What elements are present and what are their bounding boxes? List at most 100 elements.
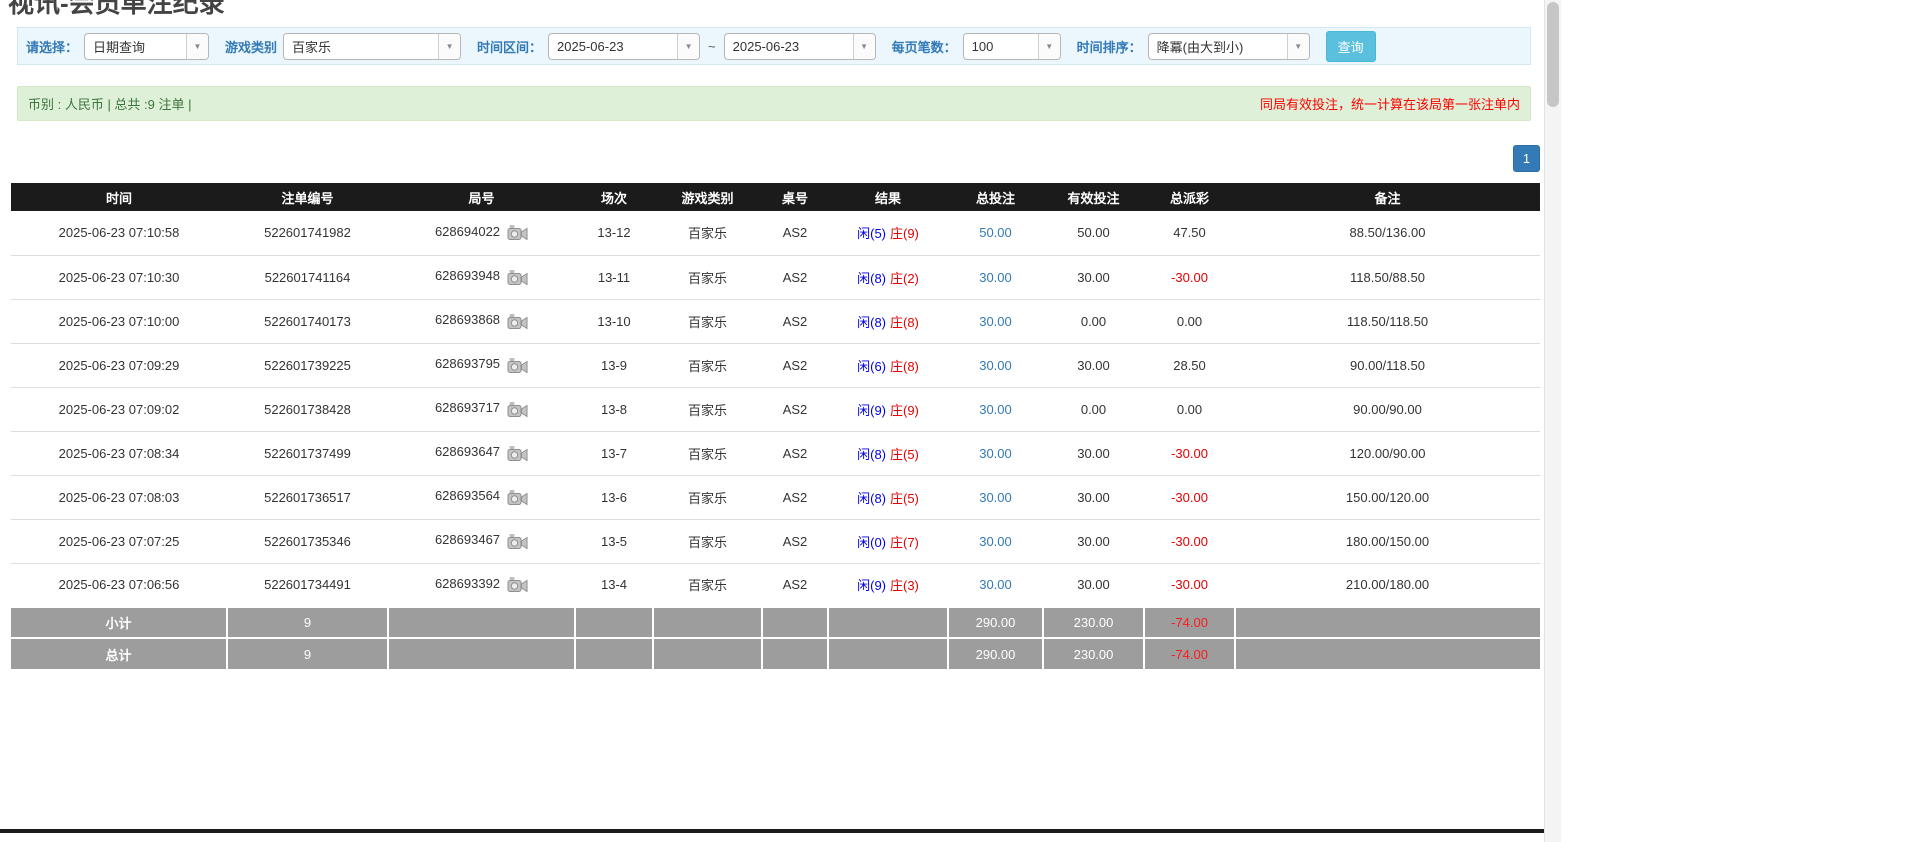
table-row: 2025-06-23 07:08:03 522601736517 6286935… xyxy=(11,475,1540,519)
valid-bet-cell: 30.00 xyxy=(1043,255,1144,299)
video-replay-button[interactable] xyxy=(507,489,528,506)
video-replay-button[interactable] xyxy=(507,357,528,374)
time-cell: 2025-06-23 07:08:03 xyxy=(11,475,227,519)
player-result: 闲(8) xyxy=(857,491,886,506)
round-number: 628693564 xyxy=(435,488,500,503)
subtotal-count: 9 xyxy=(227,607,388,638)
empty-cell xyxy=(1235,607,1540,638)
total-row: 总计 9 290.00 230.00 -74.00 xyxy=(11,638,1540,669)
bet-id-cell: 522601741164 xyxy=(227,255,388,299)
result-cell: 闲(8)庄(8) xyxy=(828,299,948,343)
video-camera-icon xyxy=(507,445,528,462)
payout-cell: 47.50 xyxy=(1144,211,1235,255)
table-row: 2025-06-23 07:10:00 522601740173 6286938… xyxy=(11,299,1540,343)
video-replay-button[interactable] xyxy=(507,401,528,418)
search-button[interactable]: 查询 xyxy=(1326,31,1376,62)
table-row: 2025-06-23 07:09:02 522601738428 6286937… xyxy=(11,387,1540,431)
remark-cell: 90.00/90.00 xyxy=(1235,387,1540,431)
payout-cell: -30.00 xyxy=(1144,519,1235,563)
subtotal-label: 小计 xyxy=(11,607,227,638)
round-cell: 628693564 xyxy=(388,475,575,519)
query-type-dropdown-button[interactable]: ▼ xyxy=(186,34,208,59)
page-size-input[interactable] xyxy=(964,34,1038,59)
session-cell: 13-12 xyxy=(575,211,653,255)
time-cell: 2025-06-23 07:06:56 xyxy=(11,563,227,607)
valid-bet-cell: 0.00 xyxy=(1043,299,1144,343)
date-to-combo[interactable]: ▼ xyxy=(724,33,876,60)
total-bet-cell[interactable]: 30.00 xyxy=(948,343,1043,387)
total-bet-cell[interactable]: 30.00 xyxy=(948,387,1043,431)
video-replay-button[interactable] xyxy=(507,269,528,286)
banker-result: 庄(2) xyxy=(890,271,919,286)
video-camera-icon xyxy=(507,489,528,506)
total-bet-cell[interactable]: 30.00 xyxy=(948,563,1043,607)
total-bet-cell[interactable]: 30.00 xyxy=(948,475,1043,519)
player-result: 闲(9) xyxy=(857,403,886,418)
total-bet-cell[interactable]: 30.00 xyxy=(948,431,1043,475)
game-type-combo[interactable]: ▼ xyxy=(283,33,461,60)
player-result: 闲(8) xyxy=(857,271,886,286)
session-cell: 13-10 xyxy=(575,299,653,343)
date-to-dropdown-button[interactable]: ▼ xyxy=(853,34,875,59)
remark-cell: 210.00/180.00 xyxy=(1235,563,1540,607)
session-cell: 13-7 xyxy=(575,431,653,475)
remark-cell: 90.00/118.50 xyxy=(1235,343,1540,387)
total-bet-cell[interactable]: 30.00 xyxy=(948,519,1043,563)
game-type-dropdown-button[interactable]: ▼ xyxy=(438,34,460,59)
video-replay-button[interactable] xyxy=(507,313,528,330)
query-type-input[interactable] xyxy=(85,34,186,59)
date-from-combo[interactable]: ▼ xyxy=(548,33,700,60)
subtotal-row: 小计 9 290.00 230.00 -74.00 xyxy=(11,607,1540,638)
payout-cell: -30.00 xyxy=(1144,431,1235,475)
video-camera-icon xyxy=(507,313,528,330)
total-bet-cell[interactable]: 30.00 xyxy=(948,255,1043,299)
page-size-label: 每页笔数： xyxy=(892,37,957,56)
column-header: 场次 xyxy=(575,183,653,211)
vertical-scrollbar[interactable] xyxy=(1544,0,1561,842)
banker-result: 庄(8) xyxy=(890,315,919,330)
table-number-cell: AS2 xyxy=(762,255,828,299)
game-type-cell: 百家乐 xyxy=(653,299,762,343)
bet-id-cell: 522601741982 xyxy=(227,211,388,255)
currency-total-info: 币别 : 人民币 | 总共 :9 注单 | xyxy=(28,94,192,113)
table-number-cell: AS2 xyxy=(762,387,828,431)
valid-bet-notice: 同局有效投注，统一计算在该局第一张注单内 xyxy=(1260,94,1520,113)
video-replay-button[interactable] xyxy=(507,576,528,593)
chevron-down-icon: ▼ xyxy=(685,42,693,51)
session-cell: 13-5 xyxy=(575,519,653,563)
empty-cell xyxy=(1235,638,1540,669)
page-1-button[interactable]: 1 xyxy=(1513,145,1540,172)
table-number-cell: AS2 xyxy=(762,519,828,563)
scrollbar-thumb[interactable] xyxy=(1547,2,1559,107)
video-replay-button[interactable] xyxy=(507,224,528,241)
date-to-input[interactable] xyxy=(725,34,853,59)
sort-order-combo[interactable]: ▼ xyxy=(1148,33,1310,60)
game-type-input[interactable] xyxy=(284,34,438,59)
page-size-dropdown-button[interactable]: ▼ xyxy=(1038,34,1060,59)
bet-id-cell: 522601735346 xyxy=(227,519,388,563)
sort-order-input[interactable] xyxy=(1149,34,1287,59)
total-payout: -74.00 xyxy=(1144,638,1235,669)
query-type-combo[interactable]: ▼ xyxy=(84,33,209,60)
bet-id-cell: 522601740173 xyxy=(227,299,388,343)
payout-cell: 28.50 xyxy=(1144,343,1235,387)
round-cell: 628693392 xyxy=(388,563,575,607)
column-header: 桌号 xyxy=(762,183,828,211)
round-number: 628693868 xyxy=(435,312,500,327)
subtotal-payout: -74.00 xyxy=(1144,607,1235,638)
date-from-input[interactable] xyxy=(549,34,677,59)
total-bet-cell[interactable]: 50.00 xyxy=(948,211,1043,255)
date-from-dropdown-button[interactable]: ▼ xyxy=(677,34,699,59)
payout-cell: -30.00 xyxy=(1144,563,1235,607)
round-cell: 628693948 xyxy=(388,255,575,299)
page-size-combo[interactable]: ▼ xyxy=(963,33,1061,60)
total-bet-cell[interactable]: 30.00 xyxy=(948,299,1043,343)
sort-order-dropdown-button[interactable]: ▼ xyxy=(1287,34,1309,59)
empty-cell xyxy=(388,638,575,669)
player-result: 闲(8) xyxy=(857,447,886,462)
valid-bet-cell: 30.00 xyxy=(1043,343,1144,387)
total-label: 总计 xyxy=(11,638,227,669)
video-replay-button[interactable] xyxy=(507,533,528,550)
result-cell: 闲(9)庄(9) xyxy=(828,387,948,431)
video-replay-button[interactable] xyxy=(507,445,528,462)
